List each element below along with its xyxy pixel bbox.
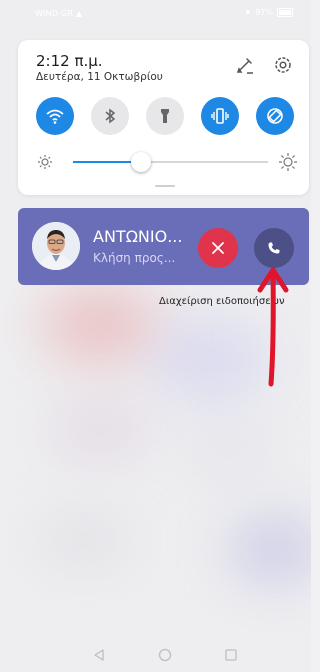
brightness-high-icon <box>279 153 297 171</box>
rotate-icon <box>267 108 283 124</box>
brightness-low-icon <box>38 155 52 169</box>
signal-icon: ▲ <box>75 9 83 18</box>
back-icon[interactable] <box>92 648 106 662</box>
status-bar: WIND GR ▲ ⚫ 97% <box>0 0 311 26</box>
carrier-label: WIND GR <box>35 9 74 18</box>
bluetooth-toggle[interactable] <box>91 97 129 135</box>
clock: 2:12 π.μ. <box>36 52 103 70</box>
panel-drag-handle[interactable] <box>155 185 175 187</box>
flashlight-icon <box>161 109 169 123</box>
vibrate-toggle[interactable] <box>201 97 239 135</box>
auto-rotate-toggle[interactable] <box>256 97 294 135</box>
date-label: Δευτέρα, 11 Οκτωβρίου <box>36 71 163 83</box>
navigation-bar <box>0 640 311 672</box>
decline-call-button[interactable] <box>198 228 238 268</box>
bluetooth-icon <box>105 108 116 124</box>
caller-name: ΑΝΤΩΝΙΟ... <box>93 227 183 246</box>
brightness-slider[interactable] <box>36 152 298 172</box>
close-icon <box>212 242 224 254</box>
wifi-icon <box>46 109 64 124</box>
brightness-knob[interactable] <box>131 152 152 172</box>
wifi-toggle[interactable] <box>36 97 74 135</box>
call-subtitle: Κλήση προς... <box>93 251 176 265</box>
battery-icon <box>277 8 293 17</box>
recents-icon[interactable] <box>224 648 238 662</box>
vibrate-icon <box>211 108 229 124</box>
caller-avatar <box>32 222 80 270</box>
battery-percent: 97% <box>255 8 273 17</box>
gear-icon[interactable] <box>272 54 294 76</box>
red-arrow-annotation <box>257 267 289 387</box>
phone-icon <box>268 242 280 254</box>
headset-icon: ⚫ <box>244 8 252 17</box>
quick-settings-panel: 2:12 π.μ. Δευτέρα, 11 Οκτωβρίου <box>18 40 309 195</box>
home-icon[interactable] <box>158 648 172 662</box>
edit-icon[interactable] <box>234 54 256 76</box>
flashlight-toggle[interactable] <box>146 97 184 135</box>
